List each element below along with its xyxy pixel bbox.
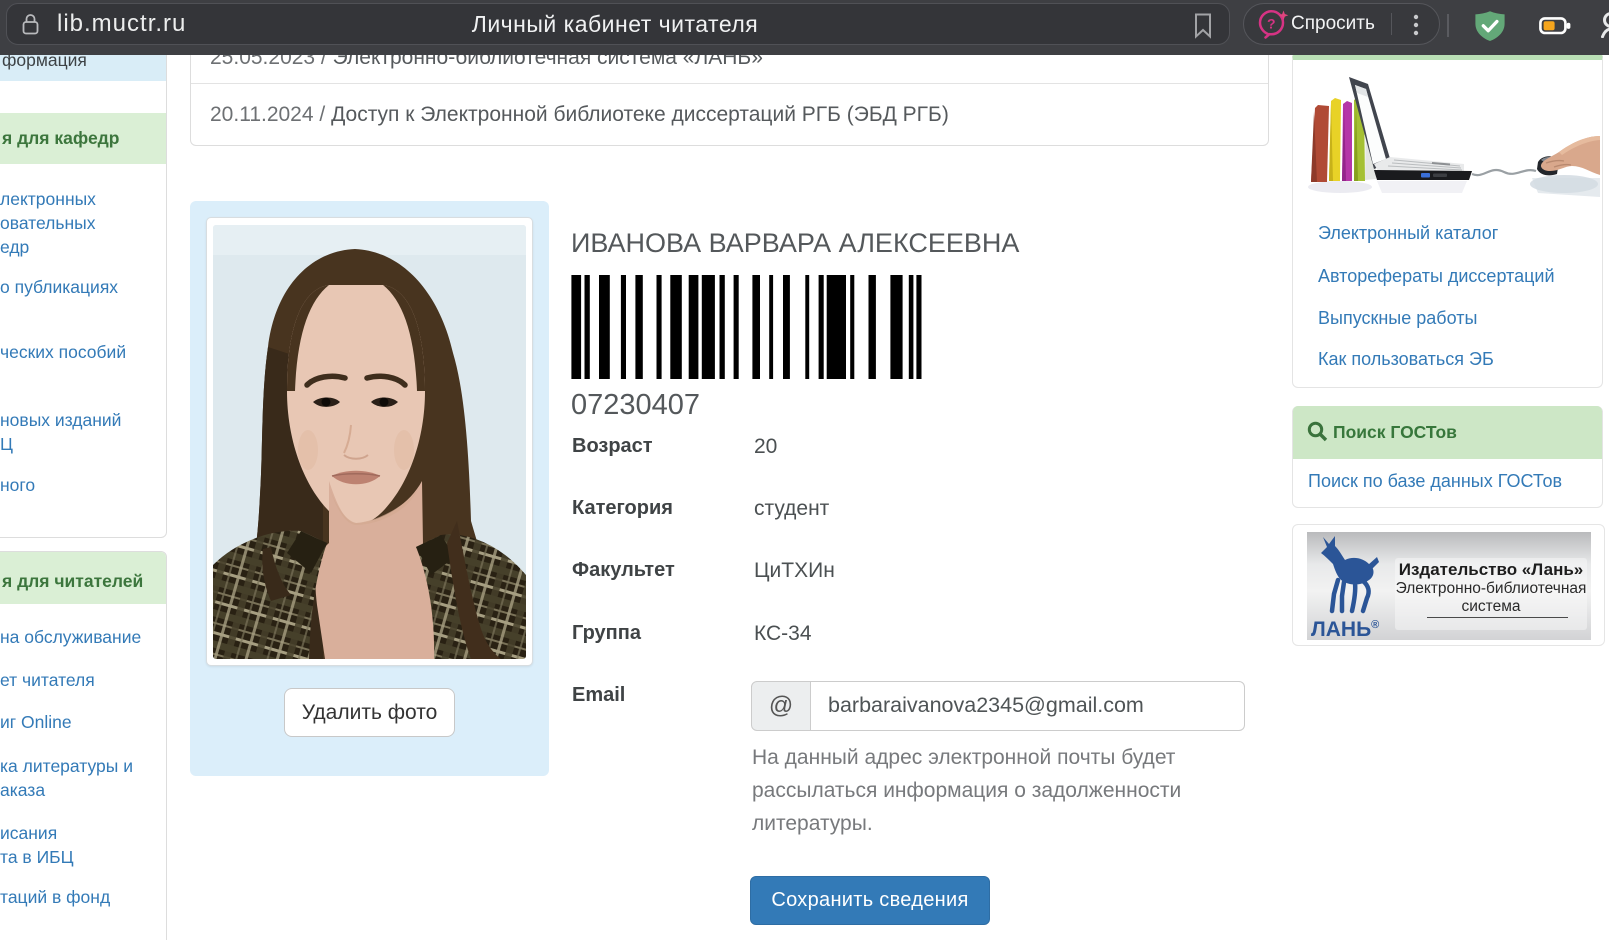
svg-text:ЛАНЬ®: ЛАНЬ® (1311, 618, 1379, 638)
svg-text:?: ? (1267, 16, 1276, 32)
